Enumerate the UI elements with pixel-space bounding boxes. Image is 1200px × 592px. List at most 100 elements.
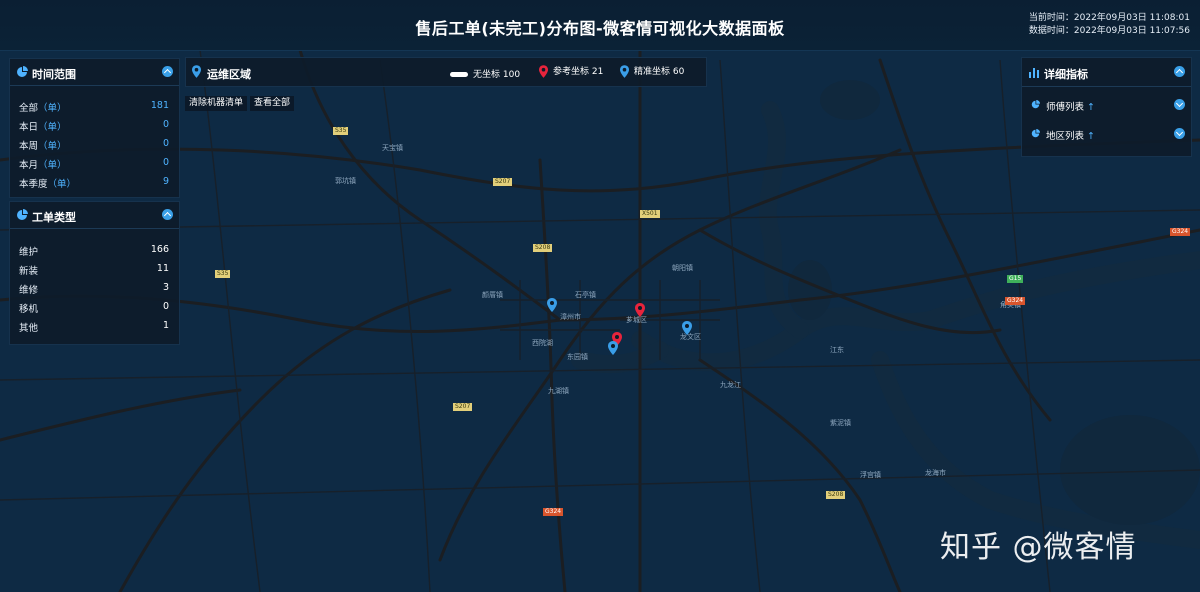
header-bar: 售后工单(未完工)分布图-微客情可视化大数据面板 当前时间：2022年09月03…	[0, 0, 1200, 51]
pie-chart-icon	[1031, 129, 1040, 138]
page-title: 售后工单(未完工)分布图-微客情可视化大数据面板	[415, 19, 785, 38]
road-shield: G324	[1170, 228, 1191, 236]
row-value: 3	[162, 282, 169, 293]
data-time: 数据时间：2022年09月03日 11:07:56	[1028, 26, 1190, 36]
order-type-header: 工单类型	[10, 202, 179, 229]
order-type-row[interactable]: 其他 1	[10, 317, 179, 336]
pin-icon	[539, 65, 548, 78]
row-label: 维修	[19, 285, 39, 296]
expand-icon[interactable]	[1174, 128, 1185, 139]
sort-arrow-icon: ↑	[1087, 131, 1096, 142]
collapse-icon[interactable]	[162, 66, 173, 77]
row-label: 全部	[19, 103, 39, 114]
technician-list-item[interactable]: 师傅列表 ↑	[1022, 90, 1191, 119]
pie-chart-icon	[17, 209, 28, 220]
order-type-panel: 工单类型 维护 166 新装 11 维修 3 移机 0 其他 1	[9, 201, 180, 345]
legend-precise-coord[interactable]: 精准坐标 60	[620, 64, 684, 78]
time-info: 当前时间：2022年09月03日 11:08:01 数据时间：2022年09月0…	[1029, 12, 1190, 38]
order-type-row[interactable]: 新装 11	[10, 260, 179, 279]
map-place-label: 东园镇	[567, 353, 588, 361]
map-place-label: 芗城区	[626, 316, 647, 324]
road-shield: G324	[1005, 297, 1026, 305]
time-range-panel: 时间范围 全部（单） 181 本日（单） 0 本周（单） 0 本月（单） 0 本季度（单） 9	[9, 58, 180, 198]
row-label: 本月	[19, 160, 39, 171]
time-range-row[interactable]: 本季度（单） 9	[10, 173, 179, 192]
region-list-label: 地区列表	[1046, 131, 1085, 142]
row-label: 移机	[19, 304, 39, 315]
row-value: 9	[162, 176, 169, 187]
order-type-row[interactable]: 移机 0	[10, 298, 179, 317]
location-pin-icon	[192, 65, 201, 78]
time-range-row[interactable]: 全部（单） 181	[10, 97, 179, 116]
map-place-label: 九龙江	[720, 381, 741, 389]
row-label: 本日	[19, 122, 39, 133]
watermark: 知乎 @微客情	[940, 530, 1137, 565]
pin-icon	[620, 65, 629, 78]
region-bar: 运维区域 无坐标 100 参考坐标 21 精准坐标 60	[185, 57, 707, 87]
row-value: 11	[156, 263, 169, 274]
map-place-label: 紫泥镇	[830, 419, 851, 427]
road-shield: S35	[215, 270, 231, 278]
row-value: 181	[150, 100, 169, 111]
row-label: 本季度	[19, 179, 48, 190]
collapse-icon[interactable]	[1174, 66, 1185, 77]
detail-panel: 详细指标 师傅列表 ↑ 地区列表 ↑	[1021, 57, 1192, 157]
map-place-label: 朝阳镇	[672, 264, 693, 272]
region-list-item[interactable]: 地区列表 ↑	[1022, 119, 1191, 148]
row-label: 其他	[19, 323, 39, 334]
current-time: 当前时间：2022年09月03日 11:08:01	[1028, 13, 1190, 23]
row-value: 0	[162, 301, 169, 312]
map-place-label: 西院湖	[532, 339, 553, 347]
unit-label: （单）	[38, 103, 67, 114]
region-title: 运维区域	[207, 68, 251, 81]
map-place-label: 颜厝镇	[482, 291, 503, 299]
order-type-row[interactable]: 维修 3	[10, 279, 179, 298]
map-place-label: 石亭镇	[575, 291, 596, 299]
unit-label: （单）	[38, 141, 67, 152]
map-place-label: 郭坑镇	[335, 177, 356, 185]
view-all-button[interactable]: 查看全部	[250, 96, 295, 111]
order-type-row[interactable]: 维护 166	[10, 241, 179, 260]
time-range-row[interactable]: 本日（单） 0	[10, 116, 179, 135]
map-place-label: 龙文区	[680, 333, 701, 341]
clear-machine-list-button[interactable]: 清除机器清单	[185, 96, 248, 111]
map-place-label: 九湖镇	[548, 387, 569, 395]
row-value: 1	[162, 320, 169, 331]
road-shield: S207	[493, 178, 513, 186]
map-place-label: 浮宫镇	[860, 471, 881, 479]
unit-label: （单）	[38, 160, 67, 171]
pie-chart-icon	[1031, 100, 1040, 109]
legend-no-coord[interactable]: 无坐标 100	[450, 67, 520, 80]
time-range-header: 时间范围	[10, 59, 179, 86]
map-place-label: 江东	[830, 346, 844, 354]
row-value: 166	[150, 244, 169, 255]
road-shield: G15	[1007, 275, 1024, 283]
time-range-row[interactable]: 本周（单） 0	[10, 135, 179, 154]
sort-arrow-icon: ↑	[1087, 102, 1096, 113]
road-shield: S208	[533, 244, 553, 252]
legend-reference-coord[interactable]: 参考坐标 21	[539, 64, 603, 78]
bar-icon	[450, 72, 468, 77]
map-canvas[interactable]	[0, 0, 1200, 592]
map-place-label: 漳州市	[560, 313, 581, 321]
map-place-label: 天宝镇	[382, 144, 403, 152]
time-range-row[interactable]: 本月（单） 0	[10, 154, 179, 173]
road-shield: G324	[543, 508, 564, 516]
road-shield: X501	[640, 210, 660, 218]
row-label: 维护	[19, 247, 39, 258]
row-label: 本周	[19, 141, 39, 152]
detail-title: 详细指标	[1044, 68, 1088, 81]
unit-label: （单）	[47, 179, 77, 190]
order-type-title: 工单类型	[32, 211, 76, 224]
detail-header: 详细指标	[1022, 58, 1191, 87]
bar-chart-icon	[1029, 68, 1039, 78]
legend-label: 无坐标 100	[473, 70, 521, 80]
technician-list-label: 师傅列表	[1046, 102, 1085, 113]
expand-icon[interactable]	[1174, 99, 1185, 110]
pie-chart-icon	[17, 66, 28, 77]
collapse-icon[interactable]	[162, 209, 173, 220]
legend-label: 精准坐标 60	[634, 67, 685, 77]
map-place-label: 龙海市	[925, 469, 946, 477]
row-value: 0	[162, 157, 169, 168]
time-range-title: 时间范围	[32, 68, 76, 81]
